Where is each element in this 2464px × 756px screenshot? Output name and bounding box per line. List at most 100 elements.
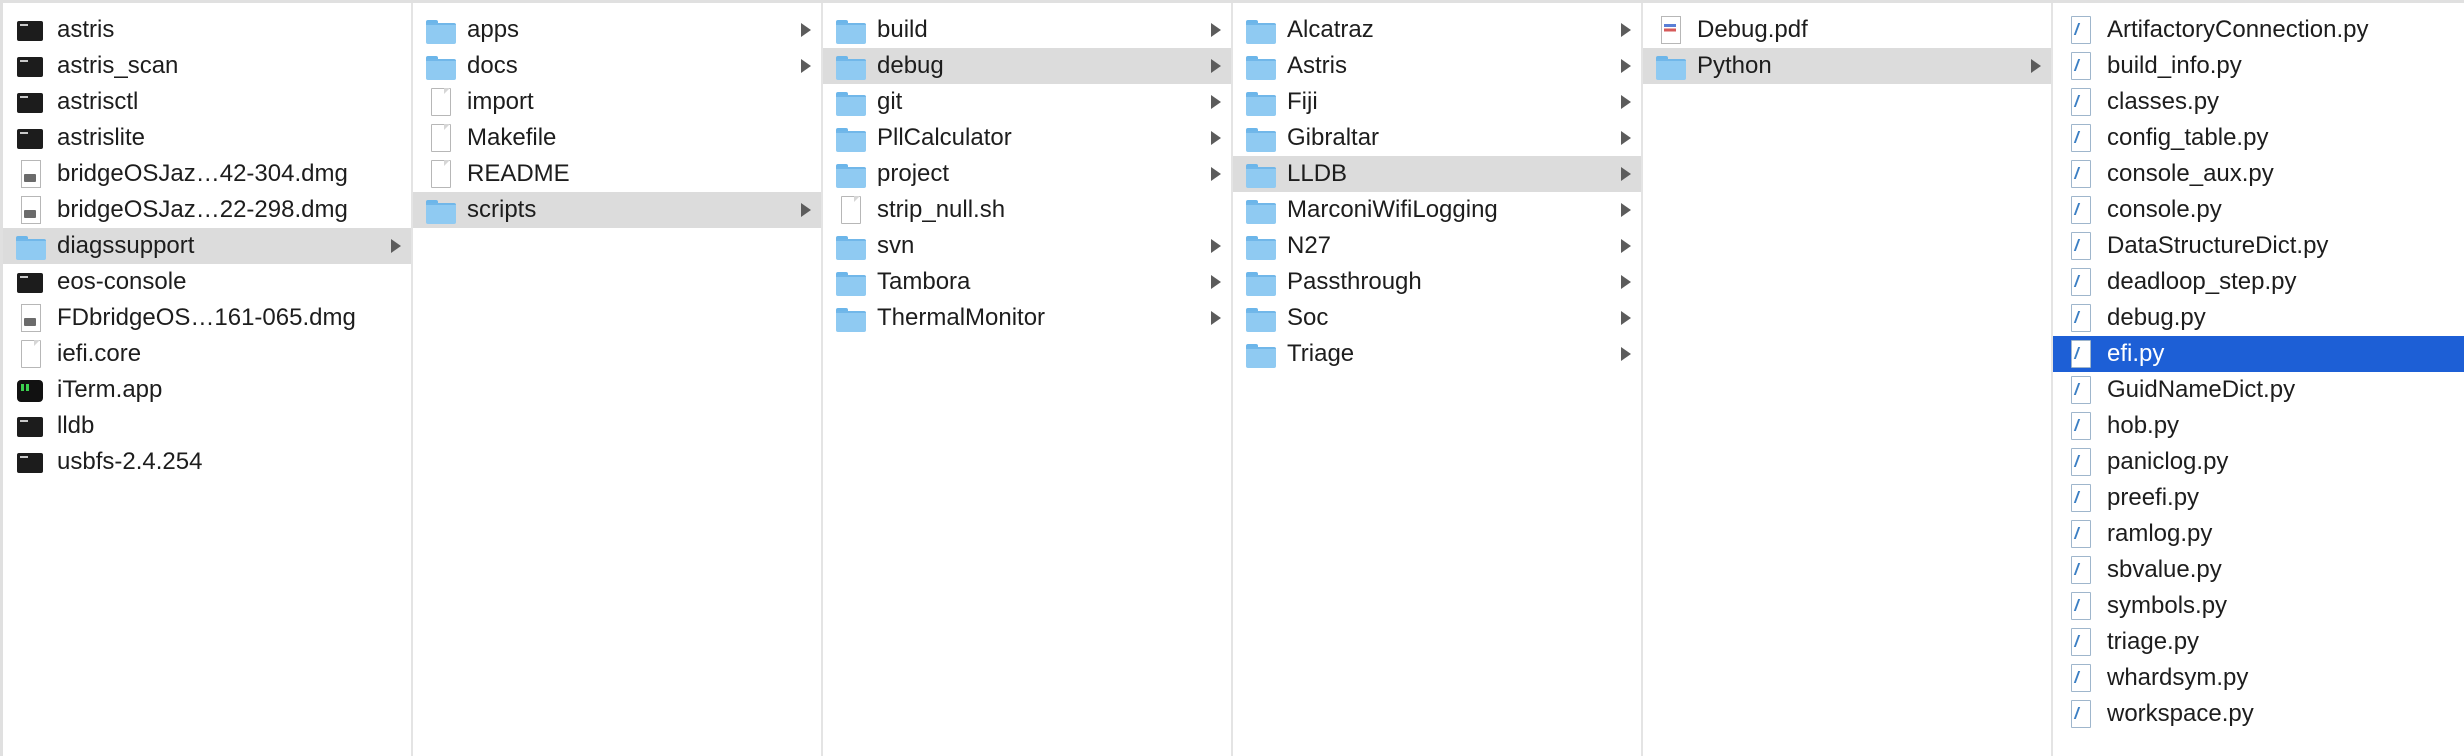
item-label: build_info.py (2107, 52, 2242, 79)
folder-item[interactable]: ThermalMonitor (823, 300, 1231, 336)
item-label: N27 (1287, 232, 1332, 259)
file-item[interactable]: strip_null.sh (823, 192, 1231, 228)
file-item[interactable]: ramlog.py (2053, 516, 2464, 552)
finder-column[interactable]: build debug git PllCalculator project strip_n… (823, 3, 1233, 756)
file-item[interactable]: classes.py (2053, 84, 2464, 120)
disclosure-arrow-icon (1621, 59, 1631, 73)
pdf-icon (1655, 12, 1685, 48)
file-item[interactable]: lldb (3, 408, 411, 444)
file-item[interactable]: triage.py (2053, 624, 2464, 660)
folder-item[interactable]: diagssupport (3, 228, 411, 264)
terminal-exec-icon (15, 12, 45, 48)
folder-item[interactable]: docs (413, 48, 821, 84)
file-item[interactable]: efi.py (2053, 336, 2464, 372)
item-label: sbvalue.py (2107, 556, 2222, 583)
item-label: svn (877, 232, 915, 259)
document-icon (425, 84, 455, 120)
folder-item[interactable]: Astris (1233, 48, 1641, 84)
finder-column-browser: astris astris_scan astrisctl astrislite brid… (0, 0, 2464, 756)
file-item[interactable]: symbols.py (2053, 588, 2464, 624)
disclosure-arrow-icon (1211, 311, 1221, 325)
folder-item[interactable]: Tambora (823, 264, 1231, 300)
disclosure-arrow-icon (1211, 95, 1221, 109)
finder-column[interactable]: ArtifactoryConnection.py build_info.pycla… (2053, 3, 2464, 756)
item-label: Soc (1287, 304, 1329, 331)
file-item[interactable]: console.py (2053, 192, 2464, 228)
file-item[interactable]: README (413, 156, 821, 192)
folder-icon (1245, 264, 1276, 300)
folder-item[interactable]: Alcatraz (1233, 12, 1641, 48)
finder-column[interactable]: apps docs import Makefile README scripts (413, 3, 823, 756)
file-item[interactable]: astrisctl (3, 84, 411, 120)
file-item[interactable]: console_aux.py (2053, 156, 2464, 192)
disclosure-arrow-icon (1621, 167, 1631, 181)
file-item[interactable]: astris (3, 12, 411, 48)
folder-item[interactable]: Soc (1233, 300, 1641, 336)
folder-item[interactable]: LLDB (1233, 156, 1641, 192)
file-item[interactable]: preefi.py (2053, 480, 2464, 516)
finder-column[interactable]: astris astris_scan astrisctl astrislite brid… (3, 3, 413, 756)
file-item[interactable]: sbvalue.py (2053, 552, 2464, 588)
item-label: hob.py (2107, 412, 2180, 439)
disclosure-arrow-icon (1621, 275, 1631, 289)
file-item[interactable]: astrislite (3, 120, 411, 156)
document-icon (835, 192, 865, 228)
disclosure-arrow-icon (1621, 239, 1631, 253)
folder-icon (1245, 48, 1276, 84)
file-item[interactable]: whardsym.py (2053, 660, 2464, 696)
file-item[interactable]: bridgeOSJaz…42-304.dmg (3, 156, 411, 192)
folder-item[interactable]: build (823, 12, 1231, 48)
file-item[interactable]: DataStructureDict.py (2053, 228, 2464, 264)
file-item[interactable]: iTerm.app (3, 372, 411, 408)
file-item[interactable]: iefi.core (3, 336, 411, 372)
file-item[interactable]: Makefile (413, 120, 821, 156)
file-item[interactable]: GuidNameDict.py (2053, 372, 2464, 408)
file-item[interactable]: usbfs-2.4.254 (3, 444, 411, 480)
item-label: GuidNameDict.py (2107, 376, 2296, 403)
folder-item[interactable]: Triage (1233, 336, 1641, 372)
item-label: deadloop_step.py (2107, 268, 2297, 295)
file-item[interactable]: config_table.py (2053, 120, 2464, 156)
folder-item[interactable]: Gibraltar (1233, 120, 1641, 156)
file-item[interactable]: build_info.py (2053, 48, 2464, 84)
file-item[interactable]: debug.py (2053, 300, 2464, 336)
file-item[interactable]: paniclog.py (2053, 444, 2464, 480)
item-label: iTerm.app (57, 376, 163, 403)
folder-item[interactable]: git (823, 84, 1231, 120)
item-label: classes.py (2107, 88, 2220, 115)
python-file-icon (2065, 372, 2095, 408)
item-label: efi.py (2107, 340, 2165, 367)
disclosure-arrow-icon (801, 59, 811, 73)
item-label: ramlog.py (2107, 520, 2213, 547)
file-item[interactable]: astris_scan (3, 48, 411, 84)
folder-item[interactable]: apps (413, 12, 821, 48)
folder-icon (1245, 12, 1276, 48)
file-item[interactable]: FDbridgeOS…161-065.dmg (3, 300, 411, 336)
disclosure-arrow-icon (391, 239, 401, 253)
file-item[interactable]: Debug.pdf (1643, 12, 2051, 48)
file-item[interactable]: deadloop_step.py (2053, 264, 2464, 300)
folder-item[interactable]: project (823, 156, 1231, 192)
python-file-icon (2065, 696, 2095, 732)
folder-item[interactable]: Python (1643, 48, 2051, 84)
finder-column[interactable]: Debug.pdf Python (1643, 3, 2053, 756)
folder-item[interactable]: svn (823, 228, 1231, 264)
file-item[interactable]: bridgeOSJaz…22-298.dmg (3, 192, 411, 228)
folder-item[interactable]: MarconiWifiLogging (1233, 192, 1641, 228)
item-label: astrislite (57, 124, 146, 151)
folder-item[interactable]: Passthrough (1233, 264, 1641, 300)
folder-item[interactable]: PllCalculator (823, 120, 1231, 156)
folder-icon (835, 12, 866, 48)
file-item[interactable]: ArtifactoryConnection.py (2053, 12, 2464, 48)
folder-item[interactable]: debug (823, 48, 1231, 84)
folder-item[interactable]: scripts (413, 192, 821, 228)
finder-column[interactable]: Alcatraz Astris Fiji Gibraltar LLDB MarconiWi… (1233, 3, 1643, 756)
file-item[interactable]: hob.py (2053, 408, 2464, 444)
python-file-icon (2065, 588, 2095, 624)
folder-item[interactable]: Fiji (1233, 84, 1641, 120)
file-item[interactable]: workspace.py (2053, 696, 2464, 732)
file-item[interactable]: import (413, 84, 821, 120)
folder-item[interactable]: N27 (1233, 228, 1641, 264)
item-label: DataStructureDict.py (2107, 232, 2329, 259)
file-item[interactable]: eos-console (3, 264, 411, 300)
